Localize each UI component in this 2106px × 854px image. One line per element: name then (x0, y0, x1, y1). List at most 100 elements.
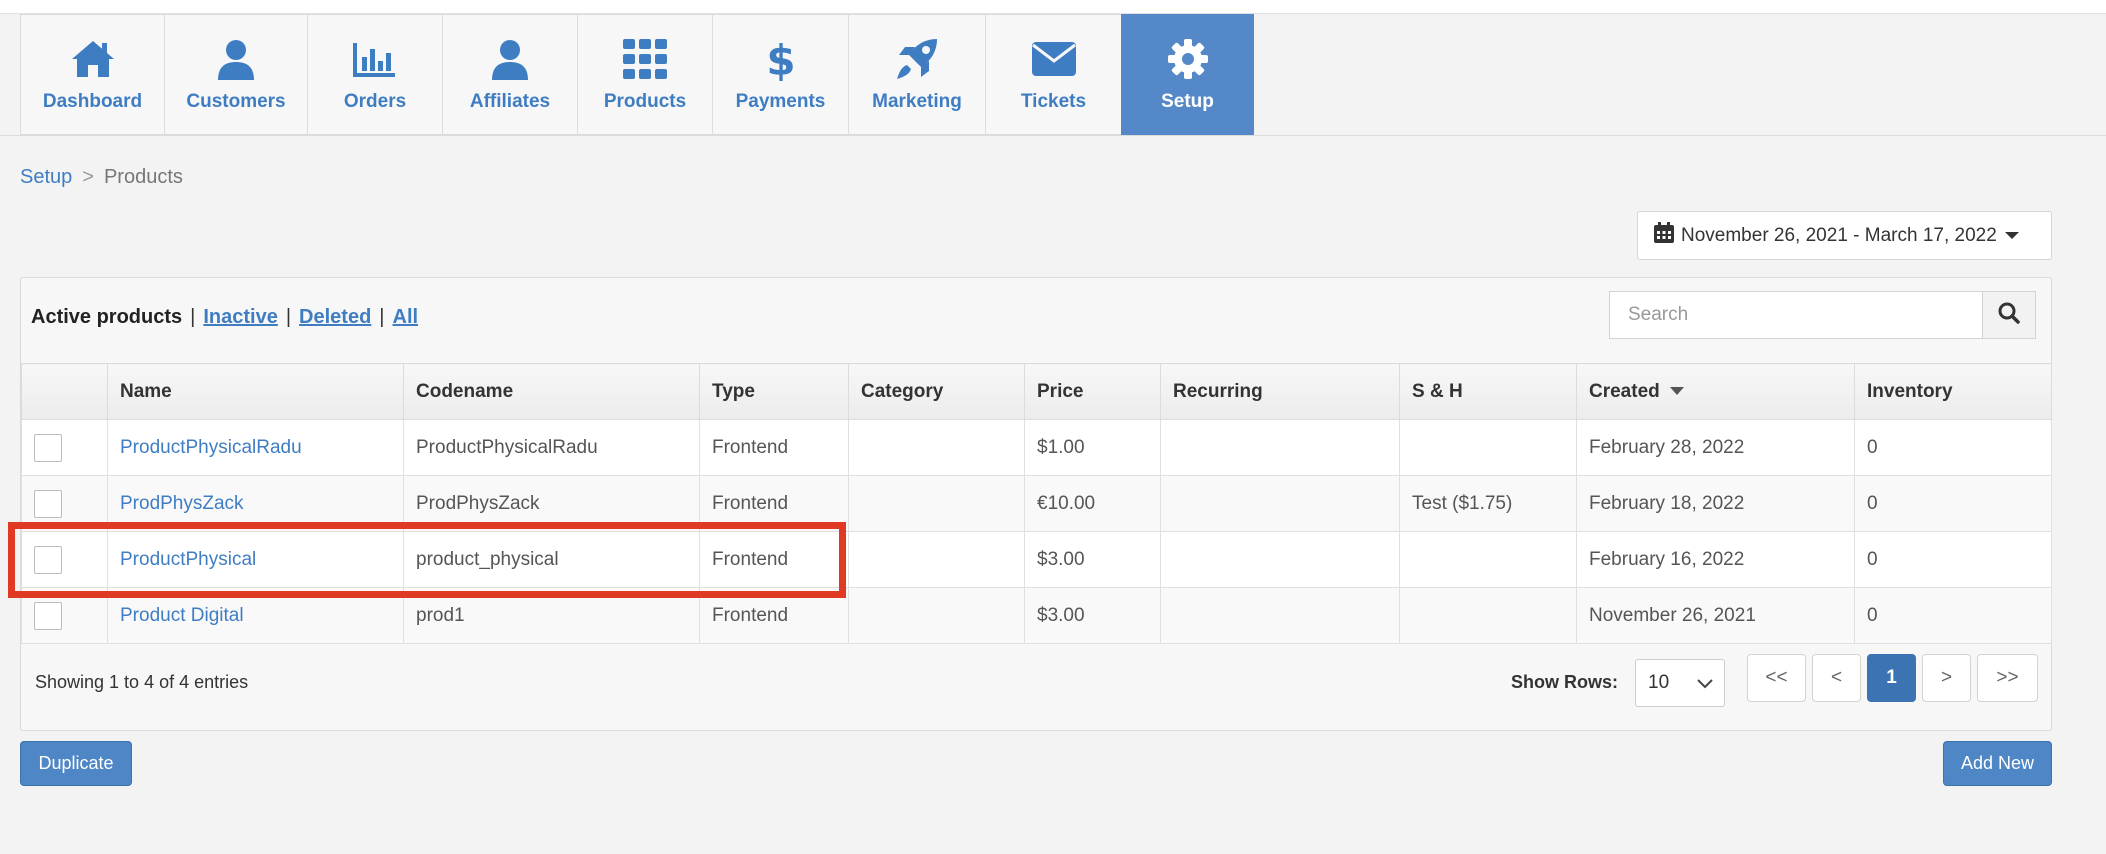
search-input[interactable] (1609, 291, 1982, 339)
breadcrumb-separator: > (82, 166, 94, 188)
type-cell: Frontend (699, 531, 849, 588)
category-cell (848, 531, 1025, 588)
product-name-link[interactable]: Product Digital (120, 605, 244, 626)
page-last-button[interactable]: >> (1977, 654, 2038, 702)
row-checkbox[interactable] (34, 545, 62, 574)
inventory-cell: 0 (1854, 531, 2052, 588)
user-icon (490, 37, 530, 81)
select-column-header (21, 363, 108, 420)
table-row: Product Digital prod1 Frontend $3.00 Nov… (21, 587, 2052, 644)
created-cell: February 18, 2022 (1576, 475, 1855, 532)
created-cell: November 26, 2021 (1576, 587, 1855, 644)
name-cell: Product Digital (107, 587, 404, 644)
bar-chart-icon (353, 37, 397, 81)
date-range-picker[interactable]: November 26, 2021 - March 17, 2022 (1637, 211, 2052, 260)
row-checkbox[interactable] (34, 433, 62, 462)
nav-tab-payments[interactable]: $ Payments (712, 14, 848, 135)
category-cell (848, 475, 1025, 532)
row-select-cell (21, 587, 108, 644)
column-header-price[interactable]: Price (1024, 363, 1161, 420)
price-cell: €10.00 (1024, 475, 1161, 532)
column-header-category[interactable]: Category (848, 363, 1025, 420)
grid-icon (623, 37, 667, 81)
sh-cell (1399, 531, 1577, 588)
filter-separator: | (190, 306, 196, 328)
row-checkbox[interactable] (34, 489, 62, 518)
column-header-name[interactable]: Name (107, 363, 404, 420)
column-header-created[interactable]: Created (1576, 363, 1855, 420)
type-cell: Frontend (699, 587, 849, 644)
sh-cell: Test ($1.75) (1399, 475, 1577, 532)
nav-tab-customers[interactable]: Customers (164, 14, 307, 135)
top-strip (0, 0, 2106, 14)
page-first-button[interactable]: << (1747, 654, 1806, 702)
filter-inactive-link[interactable]: Inactive (203, 306, 277, 328)
row-select-cell (21, 475, 108, 532)
sh-cell (1399, 587, 1577, 644)
nav-tab-setup[interactable]: Setup (1121, 14, 1254, 135)
name-cell: ProductPhysicalRadu (107, 419, 404, 476)
breadcrumb-setup-link[interactable]: Setup (20, 166, 72, 188)
chevron-down-icon (1696, 674, 1714, 698)
row-select-cell (21, 531, 108, 588)
row-checkbox[interactable] (34, 601, 62, 630)
search-button[interactable] (1982, 291, 2036, 339)
recurring-cell (1160, 419, 1400, 476)
codename-cell: ProdPhysZack (403, 475, 700, 532)
nav-label: Orders (343, 91, 407, 112)
filter-all-link[interactable]: All (393, 306, 419, 328)
nav-tab-affiliates[interactable]: Affiliates (442, 14, 577, 135)
home-icon (70, 37, 116, 81)
nav-label: Tickets (1020, 91, 1087, 112)
add-new-button[interactable]: Add New (1943, 741, 2052, 786)
rows-per-page-select[interactable]: 10 (1635, 659, 1725, 707)
price-cell: $1.00 (1024, 419, 1161, 476)
dollar-icon: $ (766, 37, 796, 81)
nav-tab-products[interactable]: Products (577, 14, 712, 135)
product-name-link[interactable]: ProductPhysicalRadu (120, 437, 302, 458)
column-header-inventory[interactable]: Inventory (1854, 363, 2052, 420)
nav-tab-orders[interactable]: Orders (307, 14, 442, 135)
nav-label: Affiliates (469, 91, 551, 112)
page-next-button[interactable]: > (1922, 654, 1971, 702)
column-header-codename[interactable]: Codename (403, 363, 700, 420)
filter-separator: | (285, 306, 292, 328)
nav-tab-marketing[interactable]: Marketing (848, 14, 985, 135)
product-name-link[interactable]: ProductPhysical (120, 549, 256, 570)
row-select-cell (21, 419, 108, 476)
duplicate-button[interactable]: Duplicate (20, 741, 132, 786)
search-icon (1998, 302, 2020, 329)
inventory-cell: 0 (1854, 475, 2052, 532)
products-table: Name Codename Type Category Price Recurr… (21, 363, 2052, 644)
gear-icon (1167, 37, 1209, 81)
type-cell: Frontend (699, 419, 849, 476)
main-nav: Dashboard Customers Orders Affiliates Pr… (20, 14, 1254, 135)
codename-cell: ProductPhysicalRadu (403, 419, 700, 476)
date-range-label: November 26, 2021 - March 17, 2022 (1681, 224, 1997, 246)
calendar-icon (1653, 221, 1675, 250)
category-cell (848, 419, 1025, 476)
recurring-cell (1160, 587, 1400, 644)
recurring-cell (1160, 531, 1400, 588)
envelope-icon (1031, 37, 1077, 81)
page-current-button[interactable]: 1 (1867, 654, 1916, 702)
table-row: ProdPhysZack ProdPhysZack Frontend €10.0… (21, 475, 2052, 532)
nav-label: Marketing (872, 91, 962, 112)
column-header-sh[interactable]: S & H (1399, 363, 1577, 420)
page-prev-button[interactable]: < (1812, 654, 1861, 702)
nav-tab-tickets[interactable]: Tickets (985, 14, 1121, 135)
name-cell: ProdPhysZack (107, 475, 404, 532)
product-name-link[interactable]: ProdPhysZack (120, 493, 244, 514)
table-row: ProductPhysicalRadu ProductPhysicalRadu … (21, 419, 2052, 476)
filter-separator: | (379, 306, 385, 328)
created-cell: February 28, 2022 (1576, 419, 1855, 476)
inventory-cell: 0 (1854, 419, 2052, 476)
column-header-type[interactable]: Type (699, 363, 849, 420)
filter-deleted-link[interactable]: Deleted (299, 306, 371, 328)
nav-label: Payments (735, 91, 826, 112)
sh-cell (1399, 419, 1577, 476)
recurring-cell (1160, 475, 1400, 532)
nav-tab-dashboard[interactable]: Dashboard (20, 14, 164, 135)
nav-label: Dashboard (42, 91, 143, 112)
column-header-recurring[interactable]: Recurring (1160, 363, 1400, 420)
